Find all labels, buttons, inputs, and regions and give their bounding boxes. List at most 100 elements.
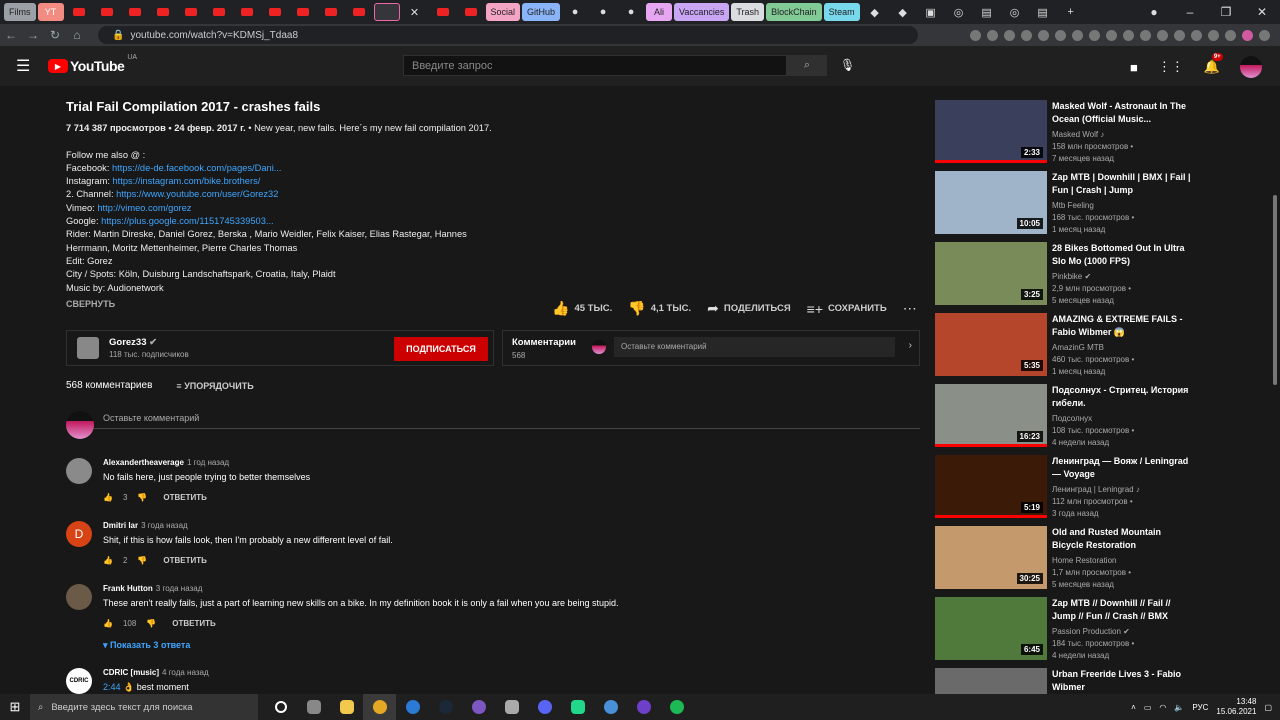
apps-icon[interactable]: ⋮⋮ [1158,59,1184,75]
comment-author[interactable]: CDRIC [music] [103,668,159,677]
chrome-icon[interactable] [363,694,396,720]
related-video[interactable]: 16:23 Подсолнух - Стритец. История гибели… [935,382,1193,453]
app-icon[interactable] [396,694,429,720]
url-field[interactable]: 🔒 youtube.com/watch?v=KDMSj_Tdaa8 [98,26,918,44]
new-tab-icon[interactable]: + [1058,3,1084,21]
comment-input[interactable]: Оставьте комментарий [614,337,895,357]
related-channel[interactable]: Masked Wolf ♪ [1052,130,1104,139]
subscribe-button[interactable]: ПОДПИСАТЬСЯ [394,337,488,361]
show-replies-button[interactable]: ▾ Показать 3 ответа [103,640,190,651]
reply-button[interactable]: ОТВЕТИТЬ [163,556,207,565]
related-channel[interactable]: Home Restoration [1052,556,1116,565]
dislike-button[interactable]: 👎 4,1 ТЫС. [628,300,691,317]
extension-icon[interactable] [1004,29,1015,41]
mic-icon[interactable]: 🎙 [840,58,855,72]
comment-time[interactable]: 3 года назад [156,584,203,593]
clock[interactable]: 13:48 15.06.2021 [1216,697,1256,717]
related-title[interactable]: Masked Wolf - Astronaut In The Ocean (Of… [1052,100,1192,126]
active-tab[interactable] [373,3,400,21]
reload-icon[interactable]: ↻ [44,28,66,42]
file-explorer-icon[interactable] [330,694,363,720]
save-button[interactable]: ≡+ СОХРАНИТЬ [807,301,887,317]
related-title[interactable]: AMAZING & EXTREME FAILS - Fabio Wibmer 😱 [1052,313,1192,339]
github-desktop-icon[interactable] [627,694,660,720]
menu-icon[interactable] [1259,29,1270,41]
youtube-tab[interactable] [458,3,484,21]
related-title[interactable]: Zap MTB | Downhill | BMX | Fail | Fun | … [1052,171,1192,197]
viber-icon[interactable] [462,694,495,720]
tab-vaccancies[interactable]: Vaccancies [674,3,730,21]
video-thumbnail[interactable]: 10:05 [935,171,1047,234]
extension-icon[interactable] [987,29,998,41]
add-comment[interactable]: Оставьте комментарий [66,411,920,439]
thumb-up-icon[interactable]: 👍 [103,493,113,502]
back-icon[interactable]: ← [0,28,22,42]
channel-name[interactable]: Gorez33 ✔ [109,337,189,348]
chevron-right-icon[interactable]: › [909,340,912,351]
comment-time[interactable]: 4 года назад [162,668,209,677]
related-video[interactable]: 5:19 Ленинград — Вояж / Leningrad — Voyag… [935,453,1193,524]
page-scrollbar[interactable] [1273,195,1277,385]
channel-avatar[interactable] [77,337,99,359]
youtube-tab[interactable] [318,3,344,21]
menu-icon[interactable]: ☰ [16,56,34,76]
extension-icon[interactable] [1021,29,1032,41]
steam-icon[interactable] [429,694,462,720]
tab-social[interactable]: Social [485,3,521,21]
thumb-up-icon[interactable]: 👍 [103,619,113,628]
related-channel[interactable]: Подсолнух [1052,414,1092,423]
extension-icon[interactable] [1055,29,1066,41]
home-icon[interactable]: ⌂ [66,28,88,42]
youtube-tab[interactable] [262,3,288,21]
related-title[interactable]: Zap MTB // Downhill // Fail // Jump // F… [1052,597,1192,623]
search-icon[interactable]: ⌕ [787,55,827,76]
notifications-icon[interactable]: ▢ [1264,703,1272,712]
tab-ali[interactable]: Ali [646,3,673,21]
create-video-icon[interactable]: ■ [1130,60,1138,75]
close-window-icon[interactable]: ✕ [1244,5,1280,19]
python-icon[interactable]: ◆ [862,3,888,21]
discord-icon[interactable] [528,694,561,720]
facebook-link[interactable]: https://de-de.facebook.com/pages/Dani... [112,163,282,173]
youtube-tab[interactable] [234,3,260,21]
related-video[interactable]: 30:25 Old and Rusted Mountain Bicycle Res… [935,524,1193,595]
reply-button[interactable]: ОТВЕТИТЬ [172,619,216,628]
spotify-icon[interactable] [660,694,693,720]
pycharm-icon[interactable] [561,694,594,720]
extension-icon[interactable] [1140,29,1151,41]
youtube-tab[interactable] [66,3,92,21]
share-button[interactable]: ➦ ПОДЕЛИТЬСЯ [707,300,791,317]
youtube-tab[interactable] [346,3,372,21]
related-title[interactable]: Подсолнух - Стритец. История гибели. [1052,384,1192,410]
tab-trash[interactable]: Trash [731,3,765,21]
video-thumbnail[interactable]: 16:23 [935,384,1047,447]
thumb-up-icon[interactable]: 👍 [103,556,113,565]
related-title[interactable]: Urban Freeride Lives 3 - Fabio Wibmer [1052,668,1192,694]
search-input[interactable]: Введите запрос [403,55,787,76]
youtube-tab[interactable] [122,3,148,21]
tab-steam[interactable]: Steam [823,3,860,21]
comment-author[interactable]: Alexandertheaverage [103,458,184,467]
timestamp-link[interactable]: 2:44 [103,682,121,692]
like-button[interactable]: 👍 45 ТЫС. [552,300,612,317]
video-thumbnail[interactable]: 2:33 [935,100,1047,163]
record-icon[interactable]: ● [1136,5,1172,19]
related-video[interactable]: 6:45 Zap MTB // Downhill // Fail // Jump … [935,595,1193,666]
app-icon[interactable] [594,694,627,720]
app-icon[interactable] [495,694,528,720]
related-title[interactable]: Old and Rusted Mountain Bicycle Restorat… [1052,526,1192,552]
thumb-down-icon[interactable]: 👎 [137,493,147,502]
vimeo-link[interactable]: http://vimeo.com/gorez [97,203,191,213]
chevron-up-icon[interactable]: ˄ [1131,703,1136,712]
taskbar-search[interactable]: ⌕ Введите здесь текст для поиска [30,694,258,720]
minimize-icon[interactable]: – [1172,5,1208,19]
video-thumbnail[interactable]: 30:25 [935,526,1047,589]
extension-icon[interactable] [1208,29,1219,41]
reply-button[interactable]: ОТВЕТИТЬ [163,493,207,502]
profile-icon[interactable] [1242,29,1253,41]
language-indicator[interactable]: РУС [1192,703,1208,712]
comment-time[interactable]: 3 года назад [141,521,188,530]
related-channel[interactable]: Mtb Feeling [1052,201,1094,210]
video-thumbnail[interactable]: 3:25 [935,242,1047,305]
tab-github[interactable]: GitHub [522,3,561,21]
